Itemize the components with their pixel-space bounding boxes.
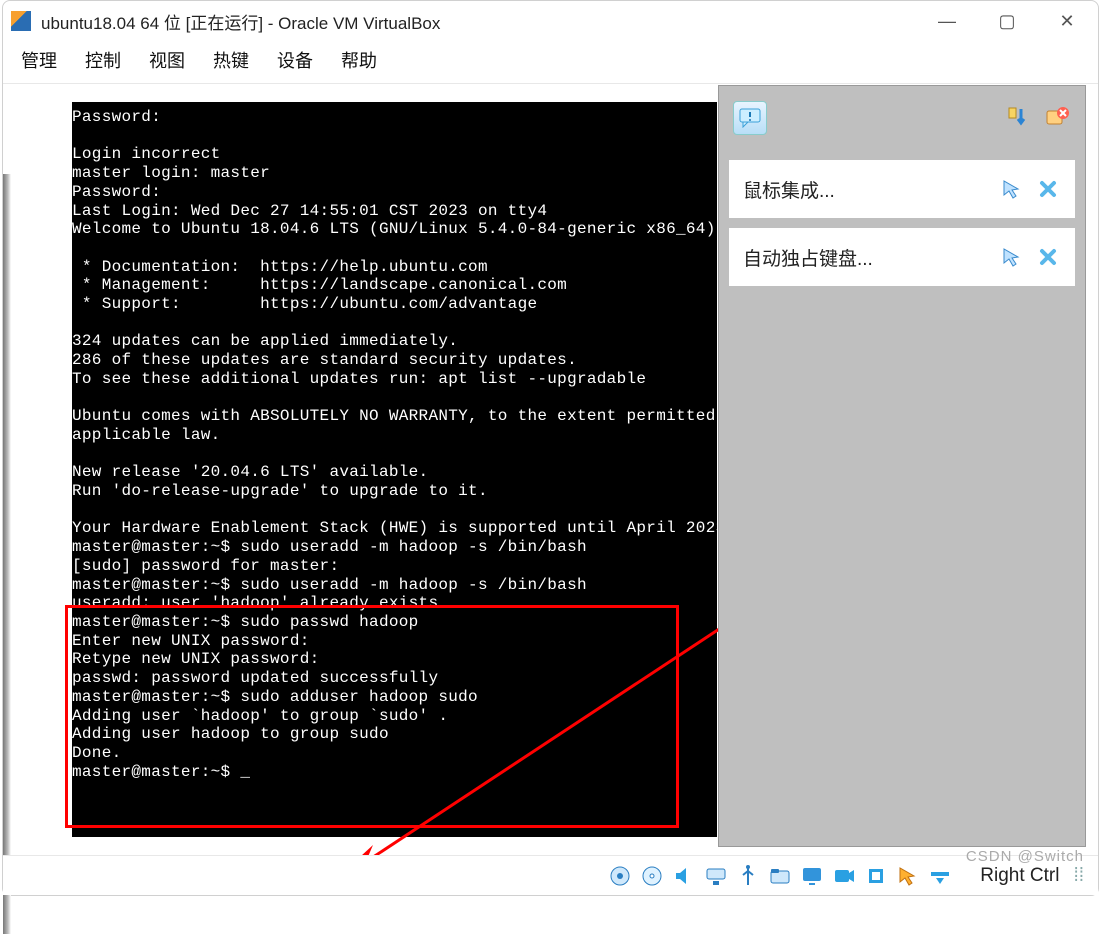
menu-help[interactable]: 帮助 [341,47,377,73]
menu-manage[interactable]: 管理 [21,47,57,73]
menu-view[interactable]: 视图 [149,47,185,73]
delete-all-icon[interactable] [1043,104,1071,132]
window-controls: — ▢ ✕ [932,6,1082,36]
maximize-button[interactable]: ▢ [992,6,1022,36]
keyboard-icon[interactable] [928,864,952,888]
mouse-integration-icon[interactable] [896,864,920,888]
notification-header [719,86,1085,150]
cursor-icon [999,177,1025,201]
hard-disk-icon[interactable] [608,864,632,888]
left-edge-shadow [3,174,11,934]
statusbar: Right Ctrl ⁞⁞ [3,855,1098,895]
notification-item-keyboard[interactable]: 自动独占键盘... [729,228,1075,286]
sort-icon[interactable] [1005,104,1033,132]
network-icon[interactable] [704,864,728,888]
guest-terminal[interactable]: Password: Login incorrect master login: … [72,102,717,837]
recording-icon[interactable] [832,864,856,888]
status-grip-icon: ⁞⁞ [1073,865,1084,887]
menubar: 管理 控制 视图 热键 设备 帮助 [3,41,1098,84]
optical-disk-icon[interactable] [640,864,664,888]
minimize-button[interactable]: — [932,6,962,36]
dismiss-icon[interactable] [1035,245,1061,269]
display-icon[interactable] [800,864,824,888]
virtualbox-window: ubuntu18.04 64 位 [正在运行] - Oracle VM Virt… [2,0,1099,896]
notification-balloon-icon[interactable] [733,101,767,135]
menu-hotkey[interactable]: 热键 [213,47,249,73]
dismiss-icon[interactable] [1035,177,1061,201]
menu-devices[interactable]: 设备 [277,47,313,73]
notification-label: 自动独占键盘... [743,244,989,271]
processor-icon[interactable] [864,864,888,888]
titlebar: ubuntu18.04 64 位 [正在运行] - Oracle VM Virt… [3,1,1098,41]
shared-folder-icon[interactable] [768,864,792,888]
notification-label: 鼠标集成... [743,176,989,203]
close-button[interactable]: ✕ [1052,6,1082,36]
menu-control[interactable]: 控制 [85,47,121,73]
host-key-label: Right Ctrl [980,865,1059,887]
notification-item-mouse[interactable]: 鼠标集成... [729,160,1075,218]
watermark-text: CSDN @Switch [966,848,1084,865]
notification-panel: 鼠标集成... 自动独占键盘... [718,85,1086,847]
window-title: ubuntu18.04 64 位 [正在运行] - Oracle VM Virt… [41,9,932,34]
usb-icon[interactable] [736,864,760,888]
virtualbox-icon [11,11,31,31]
cursor-icon [999,245,1025,269]
status-icons [608,864,952,888]
audio-icon[interactable] [672,864,696,888]
